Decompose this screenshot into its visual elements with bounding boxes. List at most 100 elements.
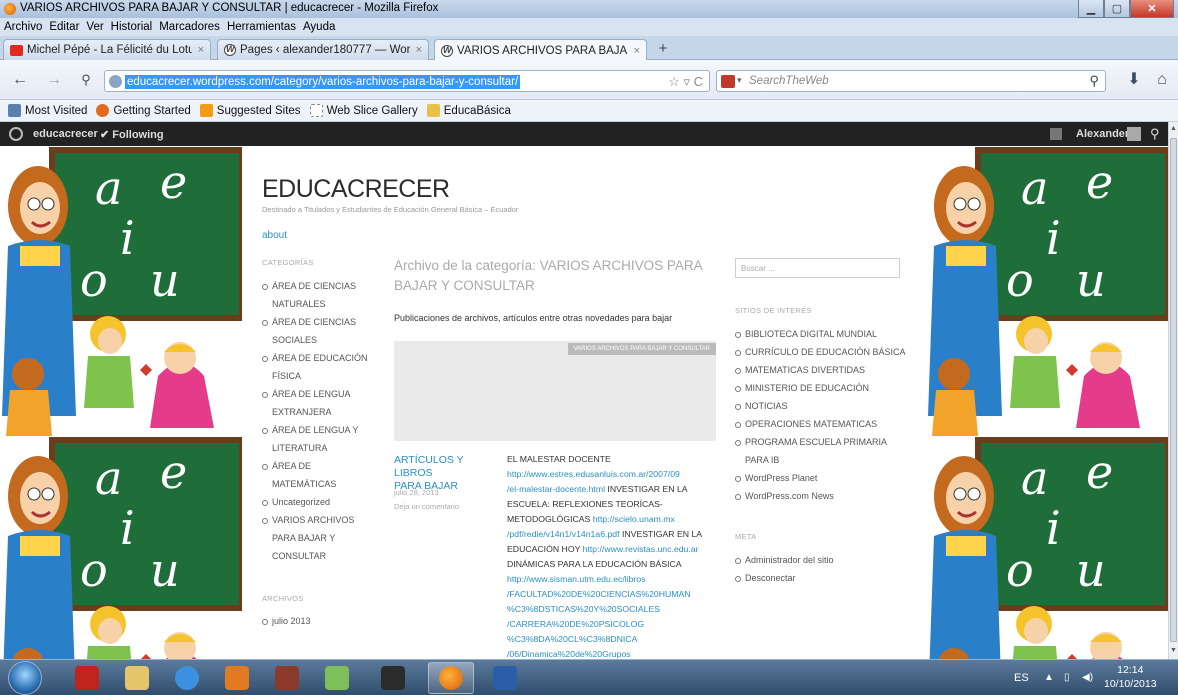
bookmark-educabasica[interactable]: EducaBásica — [426, 104, 511, 117]
category-item-continued[interactable]: CONSULTAR — [262, 547, 387, 565]
menu-archivo[interactable]: Archivo — [4, 21, 42, 33]
category-item-continued[interactable]: LITERATURA — [262, 439, 387, 457]
category-item-continued[interactable]: FÍSICA — [262, 367, 387, 385]
bookmark-most-visited[interactable]: Most Visited — [8, 104, 87, 117]
home-icon[interactable]: ⌂ — [1152, 70, 1172, 90]
explorer-taskbar-button[interactable] — [114, 662, 160, 694]
search-icon[interactable]: ⚲ — [1089, 73, 1099, 89]
bookmark-suggested-sites[interactable]: Suggested Sites — [199, 104, 301, 117]
post-link[interactable]: http://www.estres.edusanluis.com.ar/2007… — [507, 469, 680, 479]
category-item-continued[interactable]: PARA BAJAR Y — [262, 529, 387, 547]
vertical-scrollbar[interactable]: ▲ ▼ — [1168, 122, 1178, 659]
post-link[interactable]: http://www.revistas.unc.edu.ar — [583, 544, 699, 554]
category-item[interactable]: ÁREA DE LENGUA — [262, 385, 387, 403]
site-link-item-continued[interactable]: PARA IB — [735, 451, 915, 469]
post-link[interactable]: /el-malestar-docente.html — [507, 484, 605, 494]
admin-user-link[interactable]: Alexander — [1076, 128, 1129, 140]
tab-wordpress-pages[interactable]: Pages ‹ alexander180777 — WordPress × — [217, 39, 429, 60]
site-identity-icon[interactable] — [109, 75, 122, 88]
site-link-item[interactable]: WordPress.com News — [735, 487, 915, 505]
category-item-continued[interactable]: SOCIALES — [262, 331, 387, 349]
comment-link[interactable]: Deja un comentario — [394, 502, 459, 511]
archive-item[interactable]: julio 2013 — [262, 612, 311, 630]
site-search-input[interactable]: Buscar ... — [735, 258, 900, 278]
site-link-item[interactable]: OPERACIONES MATEMATICAS — [735, 415, 915, 433]
about-link[interactable]: about — [262, 230, 287, 241]
new-tab-button[interactable]: + — [652, 40, 674, 58]
search-bar[interactable]: ▾ SearchTheWeb ⚲ — [716, 70, 1106, 92]
media-taskbar-button[interactable] — [214, 662, 260, 694]
post-link[interactable]: %C3%8DSTICAS%20Y%20SOCIALES — [507, 604, 660, 614]
winamp-taskbar-button[interactable] — [370, 662, 416, 694]
admin-site-link[interactable]: educacrecer — [33, 128, 98, 140]
network-icon[interactable]: ▯ — [1064, 672, 1070, 683]
wordpress-logo-icon[interactable] — [9, 127, 23, 141]
tab-close-icon[interactable]: × — [198, 44, 204, 56]
tab-youtube[interactable]: Michel Pépé - La Félicité du Lotus - Y..… — [3, 39, 211, 60]
language-indicator[interactable]: ES — [1014, 672, 1029, 684]
following-link[interactable]: ✔ Following — [100, 128, 164, 141]
search-engine-dropdown-icon[interactable]: ▾ — [737, 75, 742, 86]
site-link-item[interactable]: MINISTERIO DE EDUCACIÓN — [735, 379, 915, 397]
bookmark-getting-started[interactable]: Getting Started — [96, 104, 191, 117]
scrollbar-thumb[interactable] — [1170, 138, 1177, 642]
category-item[interactable]: ÁREA DE LENGUA Y — [262, 421, 387, 439]
menu-herramientas[interactable]: Herramientas — [227, 21, 296, 33]
category-item[interactable]: VARIOS ARCHIVOS — [262, 511, 387, 529]
forward-button[interactable]: → — [44, 70, 64, 90]
search-icon[interactable]: ⚲ — [1150, 126, 1160, 142]
minimize-button[interactable]: ▁ — [1078, 0, 1104, 18]
notifications-icon[interactable] — [1050, 128, 1062, 140]
site-title[interactable]: EDUCACRECER — [262, 175, 450, 204]
close-button[interactable]: ✕ — [1130, 0, 1174, 18]
word-taskbar-button[interactable] — [482, 662, 528, 694]
menu-historial[interactable]: Historial — [111, 21, 153, 33]
category-item[interactable]: Uncategorized — [262, 493, 387, 511]
category-item[interactable]: ÁREA DE — [262, 457, 387, 475]
search-engine-icon[interactable] — [721, 75, 735, 88]
post-link[interactable]: /FACULTAD%20DE%20CIENCIAS%20HUMAN — [507, 589, 691, 599]
category-tag[interactable]: VARIOS ARCHIVOS PARA BAJAR Y CONSULTAR — [567, 343, 716, 355]
post-link[interactable]: http://www.sisman.utm.edu.ec/libros — [507, 574, 646, 584]
scroll-down-icon[interactable]: ▼ — [1170, 647, 1177, 654]
site-link-item[interactable]: MATEMATICAS DIVERTIDAS — [735, 361, 915, 379]
tab-close-icon[interactable]: × — [416, 44, 422, 56]
bookmark-web-slice-gallery[interactable]: Web Slice Gallery — [309, 104, 418, 117]
category-item[interactable]: ÁREA DE EDUCACIÓN — [262, 349, 387, 367]
site-link-item[interactable]: BIBLIOTECA DIGITAL MUNDIAL — [735, 325, 915, 343]
post-date[interactable]: julio 28, 2013 — [394, 488, 439, 497]
ie-taskbar-button[interactable] — [164, 662, 210, 694]
site-link-item[interactable]: NOTICIAS — [735, 397, 915, 415]
volume-icon[interactable]: ◀) — [1082, 672, 1093, 683]
post-link[interactable]: %C3%8DA%20CL%C3%8DNICA — [507, 634, 637, 644]
category-item[interactable]: ÁREA DE CIENCIAS — [262, 277, 387, 295]
featured-image-placeholder[interactable]: VARIOS ARCHIVOS PARA BAJAR Y CONSULTAR — [394, 341, 716, 441]
category-item-continued[interactable]: NATURALES — [262, 295, 387, 313]
meta-item[interactable]: Desconectar — [735, 569, 834, 587]
post-link[interactable]: /06/Dinamica%20de%20Grupos — [507, 649, 631, 659]
aspire-taskbar-button[interactable] — [314, 662, 360, 694]
tab-close-icon[interactable]: × — [634, 45, 640, 57]
site-link-item[interactable]: WordPress Planet — [735, 469, 915, 487]
download-icon[interactable]: ⬇ — [1124, 70, 1144, 90]
app-taskbar-button[interactable] — [264, 662, 310, 694]
acrobat-taskbar-button[interactable] — [64, 662, 110, 694]
firefox-taskbar-button[interactable] — [428, 662, 474, 694]
post-link[interactable]: /CARRERA%20DE%20PSICOLOG — [507, 619, 644, 629]
menu-ayuda[interactable]: Ayuda — [303, 21, 335, 33]
maximize-button[interactable]: ▢ — [1104, 0, 1130, 18]
category-item-continued[interactable]: MATEMÁTICAS — [262, 475, 387, 493]
post-link[interactable]: /pdf/redie/v14n1/v14n1a6.pdf — [507, 529, 620, 539]
category-item-continued[interactable]: EXTRANJERA — [262, 403, 387, 421]
category-item[interactable]: ÁREA DE CIENCIAS — [262, 313, 387, 331]
site-link-item[interactable]: PROGRAMA ESCUELA PRIMARIA — [735, 433, 915, 451]
menu-editar[interactable]: Editar — [49, 21, 79, 33]
site-link-item[interactable]: CURRÍCULO DE EDUCACIÓN BÁSICA — [735, 343, 915, 361]
clock[interactable]: 12:14 10/10/2013 — [1104, 663, 1157, 691]
avatar[interactable] — [1127, 127, 1141, 141]
bookmark-star-icon[interactable]: ☆ ▿ C — [668, 74, 703, 90]
feed-icon[interactable]: ⚲ — [76, 70, 96, 90]
menu-ver[interactable]: Ver — [86, 21, 103, 33]
scroll-up-icon[interactable]: ▲ — [1170, 125, 1177, 132]
start-button[interactable] — [8, 661, 42, 695]
